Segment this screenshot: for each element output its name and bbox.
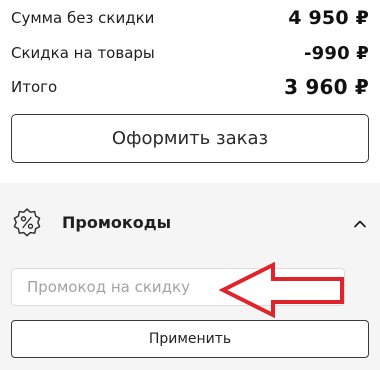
total-row: Итого 3 960 ₽ <box>11 74 369 100</box>
subtotal-value: 4 950 ₽ <box>288 7 369 29</box>
discount-value: -990 ₽ <box>303 42 369 64</box>
promo-title: Промокоды <box>62 213 172 232</box>
percent-badge-icon <box>13 208 41 237</box>
chevron-up-icon[interactable] <box>352 216 368 232</box>
discount-row: Скидка на товары -990 ₽ <box>11 40 369 66</box>
apply-promo-button[interactable]: Применить <box>11 320 369 358</box>
place-order-button[interactable]: Оформить заказ <box>11 114 369 163</box>
order-summary: Сумма без скидки 4 950 ₽ Скидка на товар… <box>0 0 380 183</box>
total-label: Итого <box>11 78 58 96</box>
promo-code-input[interactable] <box>11 268 345 306</box>
promo-header[interactable]: Промокоды <box>0 204 380 244</box>
promo-code-section: Промокоды Применить <box>0 183 380 370</box>
subtotal-row: Сумма без скидки 4 950 ₽ <box>11 5 369 31</box>
discount-label: Скидка на товары <box>11 44 155 62</box>
total-value: 3 960 ₽ <box>284 75 369 99</box>
subtotal-label: Сумма без скидки <box>11 9 155 27</box>
